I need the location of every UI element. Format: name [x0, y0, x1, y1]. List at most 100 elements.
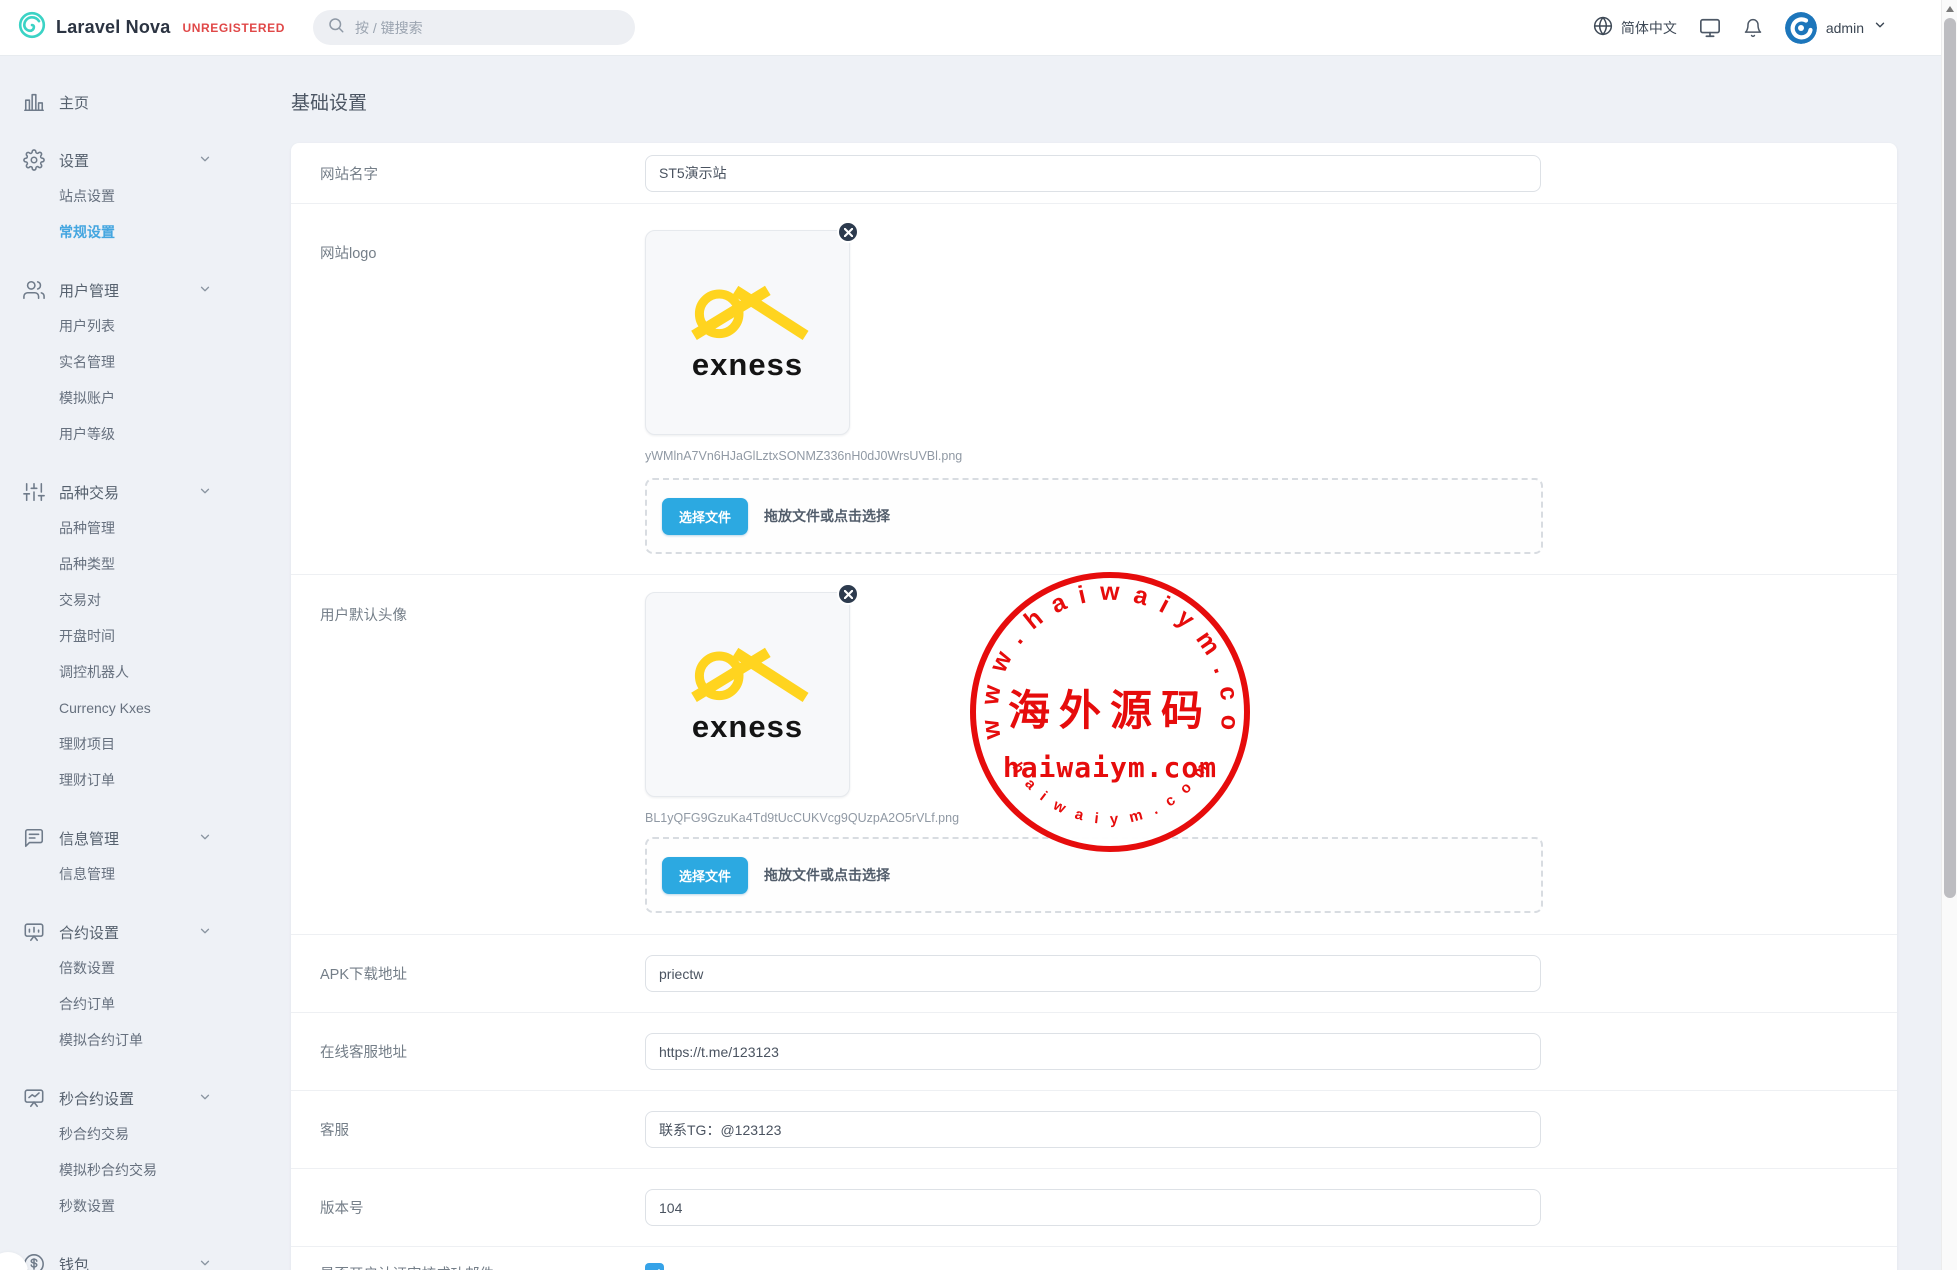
sidebar-item[interactable]: 秒合约交易 [22, 1116, 228, 1152]
global-search[interactable] [313, 10, 635, 45]
sidebar-item[interactable]: Currency Kxes [22, 690, 228, 726]
sidebar-item[interactable]: 理财订单 [22, 762, 228, 798]
default-avatar-label: 用户默认头像 [320, 592, 645, 934]
sidebar-group-contract-settings: 合约设置倍数设置合约订单模拟合约订单 [22, 914, 228, 1058]
site-logo-label: 网站logo [320, 230, 645, 574]
chevron-down-icon [198, 282, 212, 301]
sidebar-group-second-contract: 秒合约设置秒合约交易模拟秒合约交易秒数设置 [22, 1080, 228, 1224]
chat-icon [22, 826, 46, 850]
chevron-down-icon [198, 484, 212, 503]
brand-name: Laravel Nova [56, 17, 170, 38]
sidebar-item[interactable]: 交易对 [22, 582, 228, 618]
top-nav: Laravel Nova UNREGISTERED 简体中文 [0, 0, 1957, 56]
sidebar-item[interactable]: 合约订单 [22, 986, 228, 1022]
sidebar-group-home: 主页 [22, 84, 228, 120]
sidebar-section-symbol-trading[interactable]: 品种交易 [22, 474, 228, 510]
sidebar-item[interactable]: 秒数设置 [22, 1188, 228, 1224]
sidebar-group-wallet: 钱包 [22, 1246, 228, 1270]
exness-logo-text: exness [692, 709, 803, 745]
gear-icon [22, 148, 46, 172]
sidebar-item[interactable]: 调控机器人 [22, 654, 228, 690]
apk-url-input[interactable] [645, 955, 1541, 992]
sidebar-section-label: 品种交易 [59, 482, 119, 503]
scrollbar-up-arrow[interactable] [1942, 0, 1957, 17]
service-url-input[interactable] [645, 1033, 1541, 1070]
sidebar-item[interactable]: 品种管理 [22, 510, 228, 546]
drop-hint: 拖放文件或点击选择 [764, 506, 890, 526]
sidebar-section-home[interactable]: 主页 [22, 84, 228, 120]
scrollbar-thumb[interactable] [1944, 18, 1956, 898]
site-name-input[interactable] [645, 155, 1541, 192]
user-menu[interactable]: admin [1785, 12, 1887, 44]
settings-form-card: 网站名字 网站logo [291, 143, 1897, 1270]
sidebar-section-label: 信息管理 [59, 828, 119, 849]
sidebar-section-info-management[interactable]: 信息管理 [22, 820, 228, 856]
sidebar-section-second-contract[interactable]: 秒合约设置 [22, 1080, 228, 1116]
sidebar-item[interactable]: 信息管理 [22, 856, 228, 892]
email-audit-label: 是否开启认证审核成功邮件 [320, 1263, 645, 1270]
sidebar-item[interactable]: 用户列表 [22, 308, 228, 344]
language-switcher[interactable]: 简体中文 [1593, 16, 1677, 39]
sidebar-section-label: 钱包 [59, 1254, 89, 1270]
sidebar-item[interactable]: 理财项目 [22, 726, 228, 762]
sidebar-item[interactable]: 用户等级 [22, 416, 228, 452]
service-url-label: 在线客服地址 [320, 1041, 645, 1062]
search-input[interactable] [355, 20, 621, 36]
version-input[interactable] [645, 1189, 1541, 1226]
sidebar-item[interactable]: 模拟秒合约交易 [22, 1152, 228, 1188]
sidebar-item[interactable]: 站点设置 [22, 178, 228, 214]
board-icon [22, 920, 46, 944]
unregistered-badge: UNREGISTERED [182, 21, 285, 35]
drop-hint: 拖放文件或点击选择 [764, 865, 890, 885]
sidebar-section-wallet[interactable]: 钱包 [22, 1246, 228, 1270]
form-row-email-audit: 是否开启认证审核成功邮件 [291, 1246, 1897, 1270]
sidebar-item[interactable]: 实名管理 [22, 344, 228, 380]
sidebar-section-label: 秒合约设置 [59, 1088, 134, 1109]
version-label: 版本号 [320, 1197, 645, 1218]
sliders-icon [22, 480, 46, 504]
site-logo-dropzone[interactable]: 选择文件 拖放文件或点击选择 [645, 478, 1543, 554]
sidebar-group-settings: 设置站点设置常规设置 [22, 142, 228, 250]
email-audit-checkbox[interactable] [645, 1263, 664, 1270]
exness-logo-mark [685, 645, 811, 703]
site-logo-preview: exness [645, 230, 850, 435]
sidebar-section-user-management[interactable]: 用户管理 [22, 272, 228, 308]
form-row-service: 客服 [291, 1090, 1897, 1168]
sidebar-section-settings[interactable]: 设置 [22, 142, 228, 178]
form-row-version: 版本号 [291, 1168, 1897, 1246]
board-chart-icon [22, 1086, 46, 1110]
avatar [1785, 12, 1817, 44]
chevron-down-icon [1873, 18, 1887, 37]
exness-logo-mark [685, 283, 811, 341]
sidebar: 主页设置站点设置常规设置用户管理用户列表实名管理模拟账户用户等级品种交易品种管理… [0, 56, 228, 1270]
monitor-icon[interactable] [1699, 17, 1721, 39]
sidebar-group-info-management: 信息管理信息管理 [22, 820, 228, 892]
brand[interactable]: Laravel Nova [18, 11, 170, 44]
service-label: 客服 [320, 1119, 645, 1140]
bell-icon[interactable] [1743, 18, 1763, 38]
sidebar-item[interactable]: 常规设置 [22, 214, 228, 250]
choose-file-button[interactable]: 选择文件 [662, 498, 748, 535]
sidebar-item[interactable]: 模拟账户 [22, 380, 228, 416]
search-icon [327, 16, 345, 39]
user-name: admin [1826, 20, 1864, 36]
users-icon [22, 278, 46, 302]
site-name-label: 网站名字 [320, 163, 645, 184]
apk-url-label: APK下载地址 [320, 963, 645, 984]
remove-logo-button[interactable] [837, 221, 859, 243]
sidebar-item[interactable]: 开盘时间 [22, 618, 228, 654]
service-input[interactable] [645, 1111, 1541, 1148]
form-row-site-name: 网站名字 [291, 143, 1897, 203]
sidebar-section-label: 主页 [59, 92, 89, 113]
default-avatar-dropzone[interactable]: 选择文件 拖放文件或点击选择 [645, 837, 1543, 913]
sidebar-section-contract-settings[interactable]: 合约设置 [22, 914, 228, 950]
sidebar-item[interactable]: 品种类型 [22, 546, 228, 582]
sidebar-item[interactable]: 模拟合约订单 [22, 1022, 228, 1058]
page-scrollbar[interactable] [1941, 0, 1957, 1270]
form-row-service-url: 在线客服地址 [291, 1012, 1897, 1090]
site-logo-filename: yWMlnA7Vn6HJaGlLztxSONMZ336nH0dJ0WrsUVBl… [645, 449, 1543, 463]
choose-file-button[interactable]: 选择文件 [662, 857, 748, 894]
sidebar-item[interactable]: 倍数设置 [22, 950, 228, 986]
remove-avatar-button[interactable] [837, 583, 859, 605]
laravel-nova-logo-icon [18, 11, 46, 44]
